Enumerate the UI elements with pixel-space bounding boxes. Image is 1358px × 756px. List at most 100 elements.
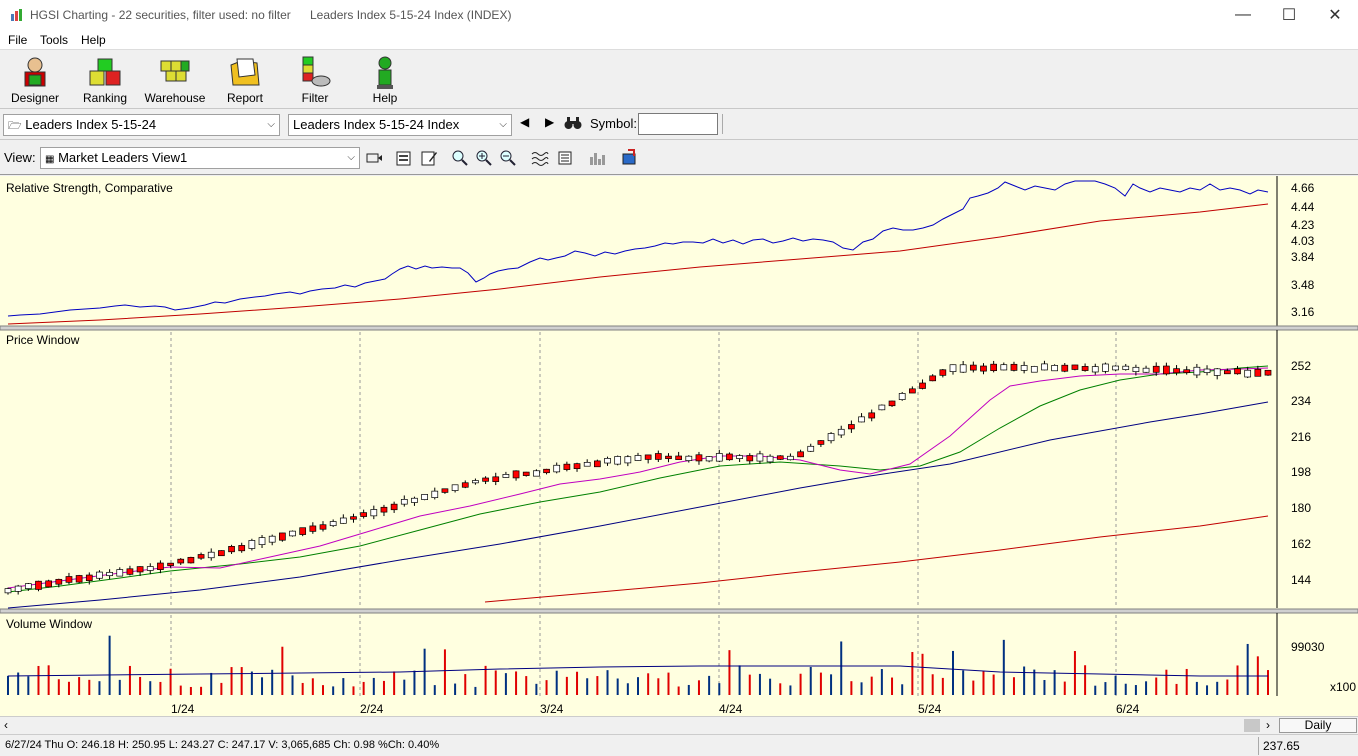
security-select[interactable]: Leaders Index 5-15-24 Index ⌵ <box>288 114 512 136</box>
candle <box>451 484 459 491</box>
volume-bar <box>139 676 142 695</box>
candle <box>1142 367 1150 373</box>
volume-bar <box>952 650 954 695</box>
properties-icon[interactable] <box>395 149 413 167</box>
zoom-out-icon[interactable] <box>499 149 517 167</box>
volume-bar <box>982 670 985 695</box>
help-button[interactable]: Help <box>352 53 418 107</box>
candle <box>289 530 296 537</box>
next-icon[interactable]: ▶ <box>545 115 554 129</box>
menu-help[interactable]: Help <box>81 33 106 47</box>
period-button[interactable]: Daily <box>1279 718 1357 733</box>
volume-bar <box>250 671 253 695</box>
ranking-button[interactable]: Ranking <box>72 53 138 107</box>
quote-status: 6/27/24 Thu O: 246.18 H: 250.95 L: 243.2… <box>5 739 440 751</box>
menu-file[interactable]: File <box>8 33 27 47</box>
volume-bar <box>1033 669 1036 695</box>
candle <box>218 550 225 557</box>
candle <box>238 545 246 552</box>
volume-bar <box>1104 682 1107 695</box>
volume-bar <box>423 648 426 695</box>
volume-bar <box>962 670 965 695</box>
volume-bar <box>789 685 792 695</box>
title-bar: HGSI Charting - 22 securities, filter us… <box>0 0 1358 30</box>
warehouse-button[interactable]: Warehouse <box>142 53 208 107</box>
volume-bar <box>880 669 883 695</box>
report-button[interactable]: Report <box>212 53 278 107</box>
candle <box>522 471 530 476</box>
zoom-in-icon[interactable] <box>475 149 493 167</box>
close-button[interactable]: ✕ <box>1312 0 1358 30</box>
volume-bar <box>57 679 60 695</box>
symbol-label: Symbol: <box>590 116 637 131</box>
filter-button[interactable]: Filter <box>282 53 348 107</box>
filter-icon <box>302 56 331 87</box>
candle <box>726 453 733 461</box>
volume-bar <box>992 674 995 695</box>
menu-tools[interactable]: Tools <box>40 33 68 47</box>
maximize-button[interactable]: ☐ <box>1266 0 1312 30</box>
volume-bar <box>647 673 650 695</box>
designer-button[interactable]: Designer <box>2 53 68 107</box>
volume-bar <box>1195 681 1198 695</box>
wave-icon[interactable] <box>531 149 549 167</box>
chart-canvas[interactable]: 4.66 4.44 4.23 4.03 3.84 3.48 3.16 252 2… <box>0 176 1358 716</box>
volume-bar <box>189 686 192 695</box>
volume-bar <box>921 653 924 695</box>
edit-icon[interactable] <box>420 149 438 167</box>
export-icon[interactable] <box>620 148 638 166</box>
binoculars-icon[interactable] <box>564 115 582 131</box>
volume-bar <box>47 665 50 695</box>
candle <box>969 364 977 371</box>
symbol-input[interactable] <box>638 113 718 135</box>
previous-icon[interactable]: ◀ <box>520 115 529 129</box>
view-select[interactable]: ▦ Market Leaders View1 ⌵ <box>40 147 360 169</box>
ma-mid-line <box>7 365 1269 593</box>
volume-bar <box>37 665 40 695</box>
panel-divider[interactable] <box>0 608 1358 614</box>
candle <box>837 428 845 436</box>
volume-bar <box>901 684 904 695</box>
candle <box>299 527 307 535</box>
volume-bar <box>860 682 863 695</box>
price-tick-label: 216 <box>1291 430 1311 444</box>
volume-bar <box>149 681 152 695</box>
group-select[interactable]: 🗁 Leaders Index 5-15-24 ⌵ <box>3 114 280 136</box>
scroll-thumb[interactable] <box>1244 719 1260 732</box>
candle <box>949 364 957 372</box>
panel-divider[interactable] <box>0 325 1358 331</box>
volume-bar <box>606 670 609 695</box>
view-edit-icon[interactable] <box>365 149 383 167</box>
volume-bar <box>474 686 477 695</box>
zoom-icon[interactable] <box>451 149 469 167</box>
candle <box>929 375 937 382</box>
scroll-left-icon[interactable]: ‹ <box>4 718 8 732</box>
rs-line <box>7 180 1269 317</box>
volume-bar <box>1053 670 1056 695</box>
candle <box>1071 364 1079 370</box>
candle <box>146 566 154 571</box>
candle <box>1041 363 1048 371</box>
candle <box>868 412 876 419</box>
candle <box>360 512 367 517</box>
candle <box>319 524 327 530</box>
rs-tick-label: 4.44 <box>1291 200 1315 214</box>
date-tick-label: 3/24 <box>540 702 564 716</box>
volume-bar <box>1246 643 1249 695</box>
candle <box>1193 366 1201 376</box>
candle <box>136 566 144 573</box>
list-icon[interactable] <box>556 149 574 167</box>
horizontal-scrollbar[interactable]: ‹ › Daily <box>0 716 1358 733</box>
volume-bar <box>362 681 365 695</box>
scroll-right-icon[interactable]: › <box>1266 718 1270 732</box>
minimize-button[interactable]: — <box>1220 0 1266 30</box>
volume-bar <box>393 671 396 695</box>
candle <box>990 363 997 372</box>
volume-bar <box>1012 677 1015 695</box>
volume-bar <box>525 676 528 695</box>
candle <box>1183 369 1191 374</box>
candle <box>776 455 784 460</box>
price-tick-label: 234 <box>1291 394 1311 408</box>
date-tick-label: 5/24 <box>918 702 942 716</box>
bar-chart-icon[interactable] <box>588 149 606 167</box>
